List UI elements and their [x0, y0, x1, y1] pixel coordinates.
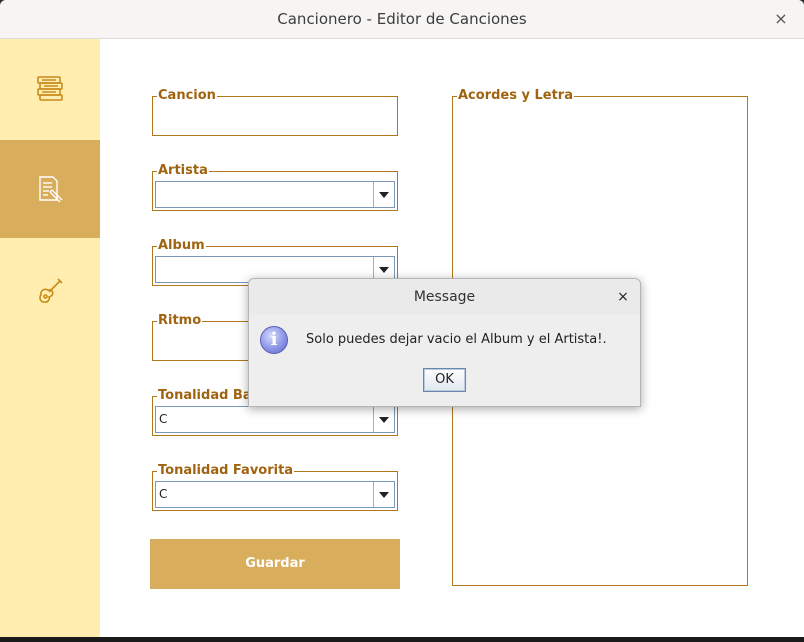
title-bar: Cancionero - Editor de Canciones × — [0, 0, 804, 39]
cancion-label: Cancion — [158, 88, 216, 103]
tonalidad-base-select[interactable]: C — [155, 406, 395, 433]
sidebar-item-songbook[interactable] — [0, 39, 100, 137]
chevron-down-icon[interactable] — [373, 482, 394, 507]
acordes-letra-label: Acordes y Letra — [458, 88, 573, 103]
tonalidad-base-value: C — [159, 412, 168, 426]
cancion-input[interactable] — [155, 105, 395, 133]
ok-button[interactable]: OK — [423, 368, 466, 392]
info-icon: i — [260, 326, 288, 354]
song-editor-icon — [39, 176, 63, 203]
artista-group: Artista — [152, 164, 398, 211]
window-title: Cancionero - Editor de Canciones — [277, 10, 527, 28]
chevron-down-icon[interactable] — [373, 407, 394, 432]
dialog-title: Message — [249, 279, 640, 315]
sidebar-item-editor[interactable] — [0, 140, 100, 238]
dialog-close-button[interactable]: × — [615, 289, 631, 305]
bottom-strip — [0, 637, 804, 642]
guitar-icon — [39, 278, 63, 303]
artista-select[interactable] — [155, 181, 395, 208]
tonalidad-favorita-label: Tonalidad Favorita — [158, 463, 294, 478]
songbook-stack-icon — [37, 76, 63, 101]
cancion-group: Cancion — [152, 89, 398, 136]
message-dialog: Message × i Solo puedes dejar vacio el A… — [248, 278, 641, 407]
tonalidad-favorita-value: C — [159, 487, 168, 501]
sidebar — [0, 39, 100, 642]
sidebar-item-guitar[interactable] — [0, 242, 100, 340]
window-close-button[interactable]: × — [770, 9, 792, 31]
album-label: Album — [158, 238, 205, 253]
dialog-message: Solo puedes dejar vacio el Album y el Ar… — [306, 332, 607, 347]
save-button[interactable]: Guardar — [150, 539, 400, 589]
tonalidad-favorita-select[interactable]: C — [155, 481, 395, 508]
chevron-down-icon[interactable] — [373, 182, 394, 207]
ritmo-label: Ritmo — [158, 313, 202, 328]
tonalidad-favorita-group: Tonalidad Favorita C — [152, 464, 398, 511]
artista-label: Artista — [158, 163, 208, 178]
